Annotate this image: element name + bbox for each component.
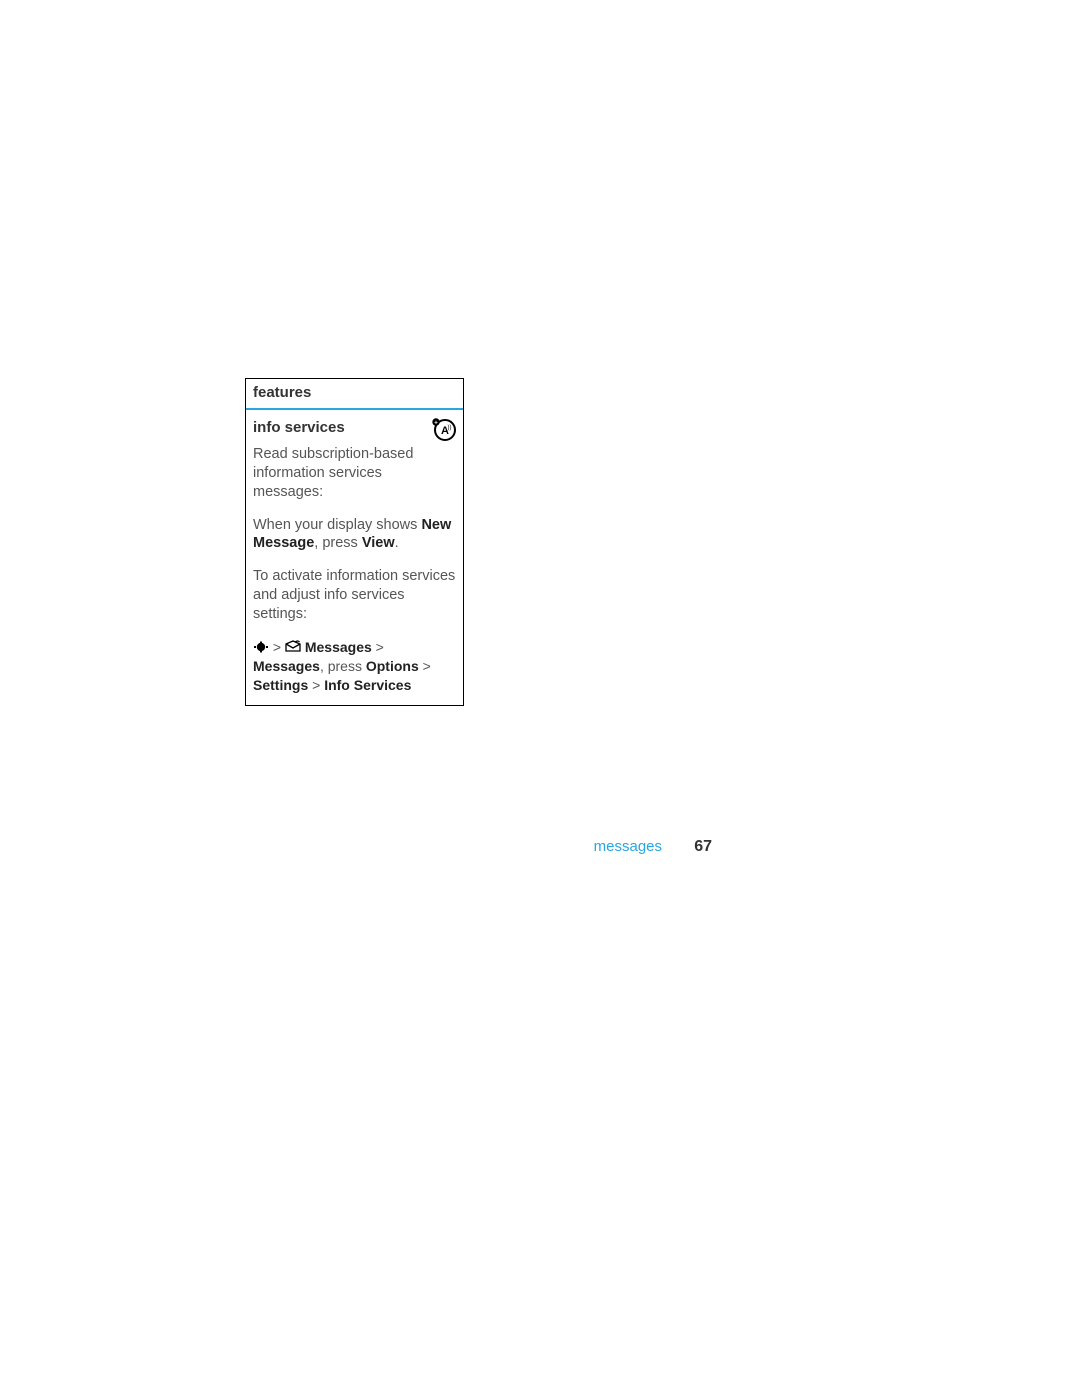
center-key-icon [253, 639, 269, 658]
nav-options: Options [366, 658, 419, 674]
messages-icon [285, 639, 301, 658]
nav-press-label: , press [320, 658, 366, 674]
p2-text-c: , press [314, 535, 362, 551]
footer-page-number: 67 [694, 838, 712, 855]
p2-text-e: . [395, 535, 399, 551]
features-body: A )) + info services Read subscription-b… [246, 410, 463, 706]
p2-bold-view: View [362, 535, 395, 551]
features-table: features A )) + info services Read subsc… [245, 378, 464, 706]
footer-section-label: messages [594, 838, 662, 855]
page-footer: messages 67 [0, 838, 1080, 856]
svg-text:+: + [434, 420, 438, 426]
nav-settings: Settings [253, 677, 308, 693]
network-feature-icon: A )) + [431, 416, 457, 448]
paragraph-2: When your display shows New Message, pre… [253, 516, 456, 554]
nav-sep-3: > [419, 658, 431, 674]
svg-text:)): )) [448, 425, 452, 431]
paragraph-1: Read subscription-based information serv… [253, 445, 456, 502]
features-header: features [246, 379, 463, 410]
document-page: features A )) + info services Read subsc… [0, 0, 1080, 1397]
navigation-path: > Messages > Messages, press Options > S… [253, 638, 456, 696]
nav-messages-1: Messages [305, 639, 372, 655]
paragraph-3: To activate information services and adj… [253, 567, 456, 624]
nav-messages-2: Messages [253, 658, 320, 674]
nav-info-services: Info Services [324, 677, 411, 693]
info-services-subhead: info services [253, 418, 456, 438]
nav-sep-1: > [269, 639, 285, 655]
p2-text-a: When your display shows [253, 517, 421, 533]
nav-sep-4: > [308, 677, 324, 693]
nav-sep-2: > [372, 639, 384, 655]
